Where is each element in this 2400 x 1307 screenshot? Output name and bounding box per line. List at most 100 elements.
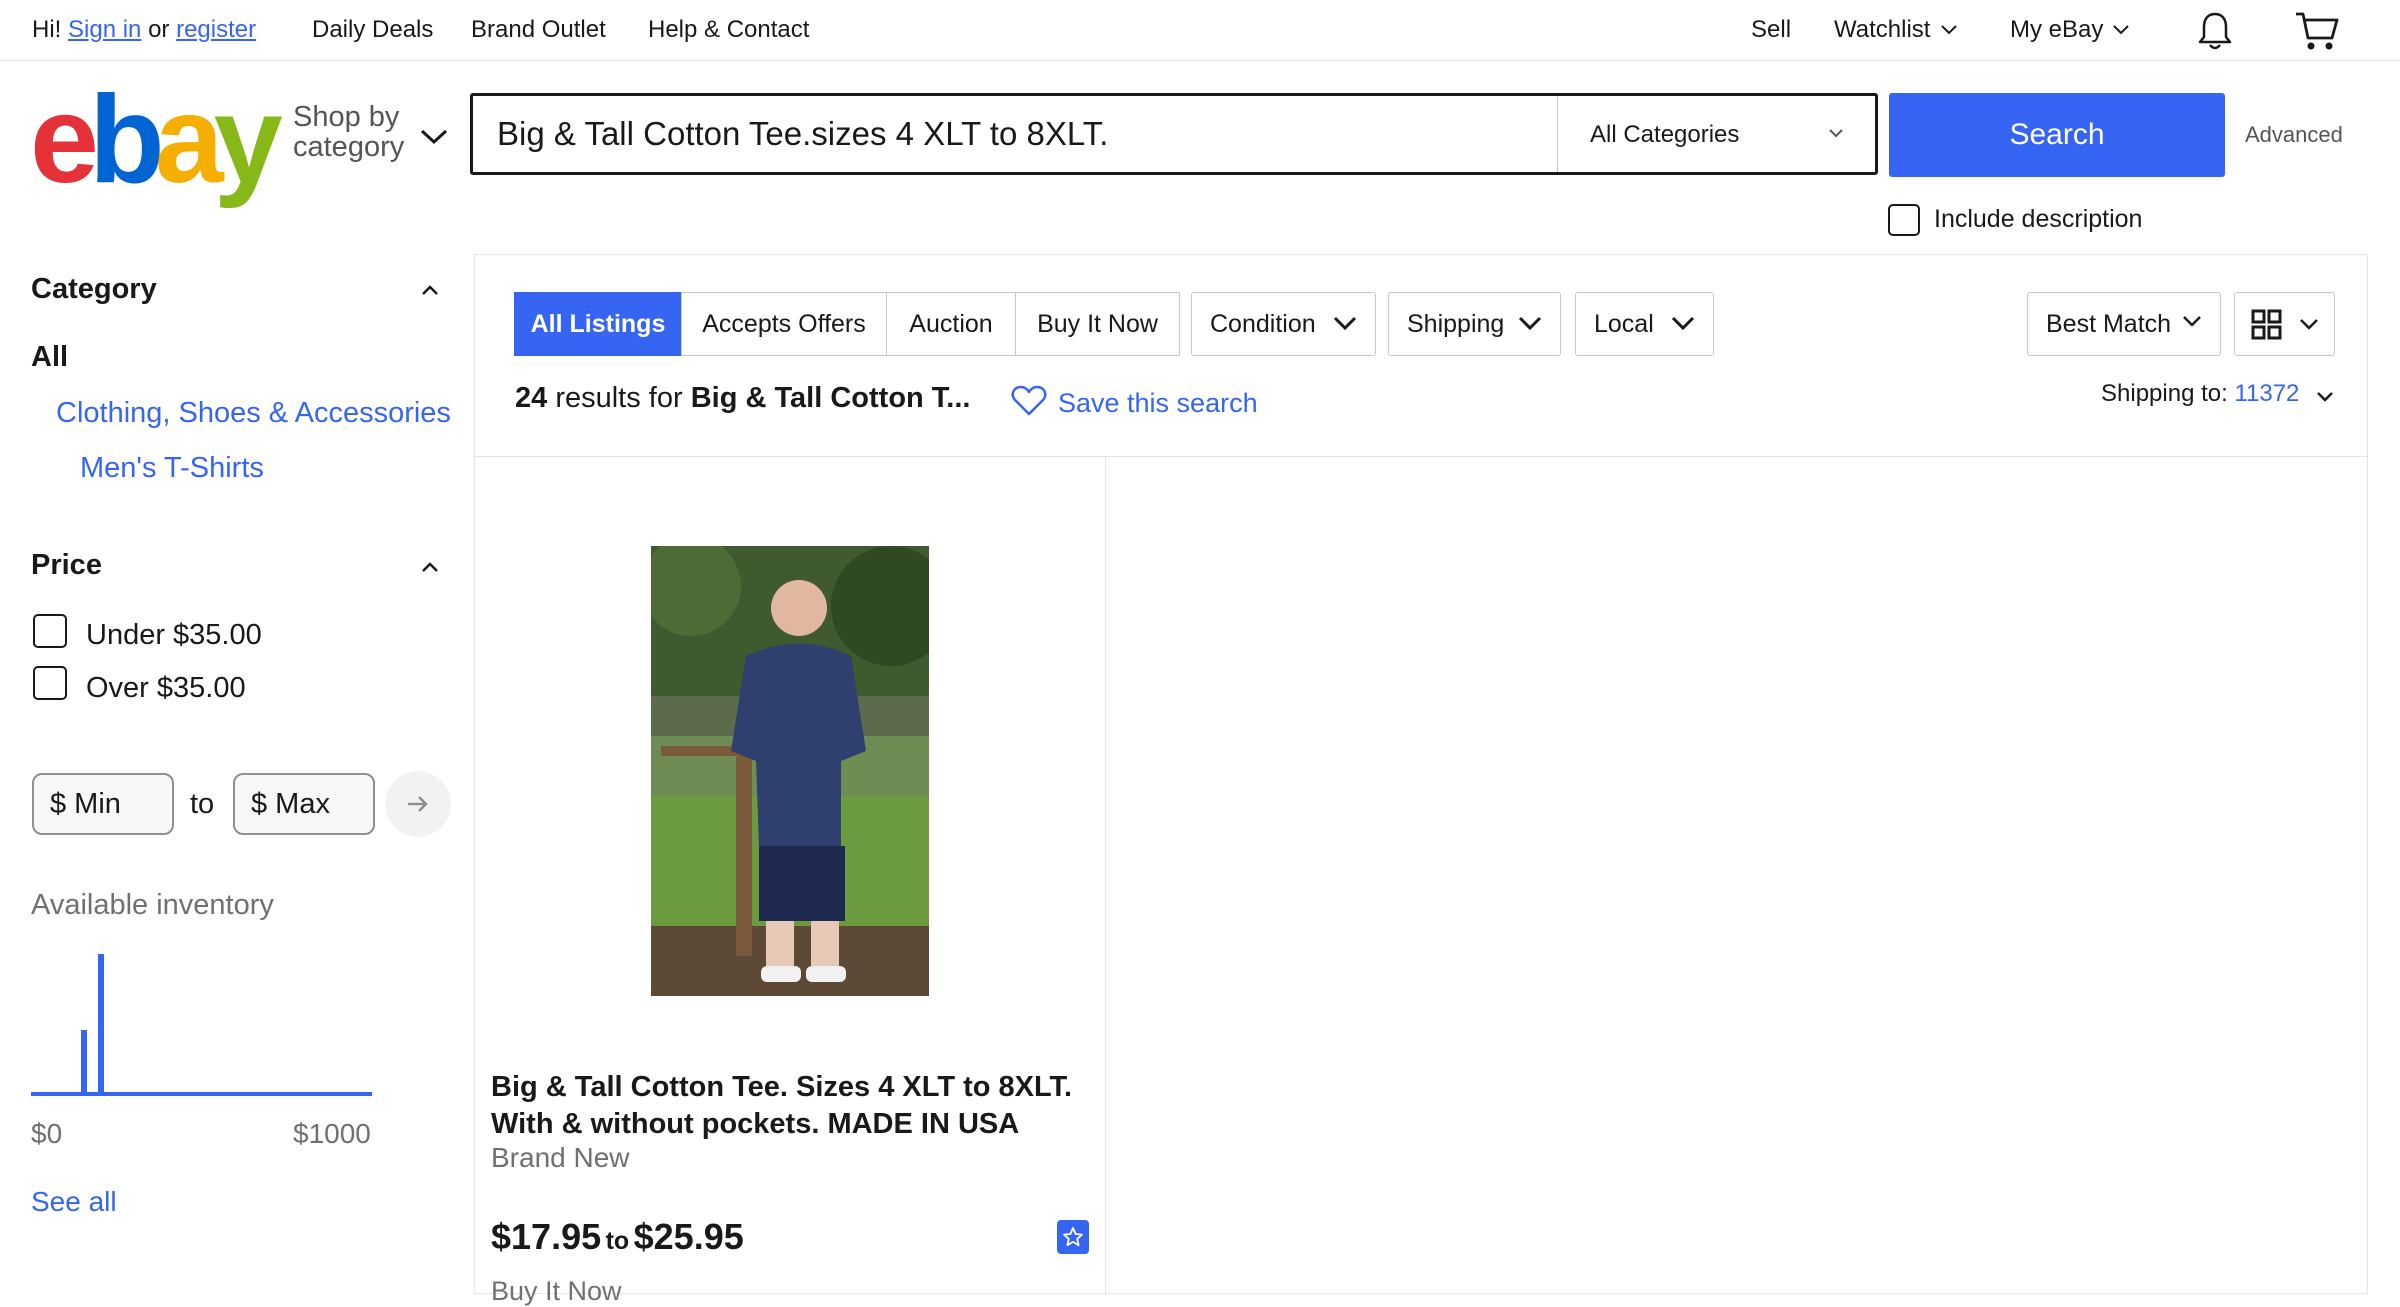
brand-outlet-link[interactable]: Brand Outlet xyxy=(471,16,606,44)
watchlist-menu[interactable]: Watchlist xyxy=(1834,16,1930,44)
histogram-bar xyxy=(81,1030,87,1092)
shipping-to[interactable]: Shipping to: 11372 xyxy=(2101,380,2299,408)
logo-letter-b: b xyxy=(88,71,165,209)
category-select[interactable]: All Categories xyxy=(1557,96,1875,172)
help-contact-link[interactable]: Help & Contact xyxy=(648,16,809,44)
sell-link[interactable]: Sell xyxy=(1751,16,1791,44)
chevron-down-icon xyxy=(2317,392,2333,402)
chevron-up-icon[interactable] xyxy=(421,285,439,296)
available-inventory-label: Available inventory xyxy=(31,889,274,921)
shop-by-category-button[interactable]: Shop by category xyxy=(293,102,404,162)
local-label: Local xyxy=(1594,310,1654,338)
search-button[interactable]: Search xyxy=(1889,93,2225,177)
category-select-value: All Categories xyxy=(1590,121,1740,148)
my-ebay-label: My eBay xyxy=(2010,16,2104,43)
price-over-label: Over $35.00 xyxy=(86,672,246,704)
logo-letter-e: e xyxy=(30,71,99,209)
shop-by-line2: category xyxy=(293,131,405,163)
results-summary: 24 results for Big & Tall Cotton T... xyxy=(515,382,970,415)
ebay-logo[interactable]: ebay xyxy=(30,78,283,202)
register-link[interactable]: register xyxy=(176,16,256,43)
chevron-down-icon xyxy=(1518,316,1542,331)
notification-bell-icon[interactable] xyxy=(2196,10,2234,52)
item-buy-format: Buy It Now xyxy=(491,1276,622,1306)
sort-label: Best Match xyxy=(2046,310,2172,338)
local-dropdown[interactable]: Local xyxy=(1575,292,1714,356)
inventory-min-label: $0 xyxy=(31,1118,63,1149)
price-under-checkbox[interactable] xyxy=(33,614,67,648)
logo-letter-y: y xyxy=(213,71,283,209)
my-ebay-menu[interactable]: My eBay xyxy=(2010,16,2103,44)
chevron-down-icon xyxy=(1829,129,1843,138)
chevron-down-icon xyxy=(2183,316,2201,327)
star-icon xyxy=(1063,1227,1083,1247)
search-bar: All Categories xyxy=(470,93,1878,175)
search-input[interactable] xyxy=(473,96,1557,172)
sort-dropdown[interactable]: Best Match xyxy=(2027,292,2221,356)
item-image[interactable] xyxy=(651,546,929,996)
chevron-down-icon xyxy=(1333,316,1357,331)
results-query: Big & Tall Cotton T... xyxy=(690,382,971,414)
shipping-dropdown[interactable]: Shipping xyxy=(1388,292,1561,356)
histogram-baseline xyxy=(31,1092,372,1096)
price-under-label: Under $35.00 xyxy=(86,619,262,651)
see-all-link[interactable]: See all xyxy=(31,1186,117,1218)
item-price-low: $17.95 xyxy=(491,1216,602,1257)
tab-all-listings[interactable]: All Listings xyxy=(514,292,682,356)
tab-accepts-offers[interactable]: Accepts Offers xyxy=(681,292,887,356)
price-over-checkbox[interactable] xyxy=(33,666,67,700)
category-heading[interactable]: Category xyxy=(31,273,157,306)
shipping-label: Shipping xyxy=(1407,310,1505,338)
price-max-input[interactable]: $ Max xyxy=(233,773,375,835)
chevron-down-icon xyxy=(2300,319,2318,330)
shop-by-line1: Shop by xyxy=(293,101,400,133)
inventory-histogram xyxy=(31,954,372,1096)
top-navigation-bar: Hi! Sign in or register Daily Deals Bran… xyxy=(0,0,2400,61)
results-for: results for xyxy=(555,382,683,414)
cart-icon[interactable] xyxy=(2294,10,2340,52)
sign-in-link[interactable]: Sign in xyxy=(68,16,141,43)
item-title[interactable]: Big & Tall Cotton Tee. Sizes 4 XLT to 8X… xyxy=(491,1069,1081,1143)
tab-auction[interactable]: Auction xyxy=(886,292,1016,356)
item-price-to: to xyxy=(605,1227,630,1255)
category-link-clothing[interactable]: Clothing, Shoes & Accessories xyxy=(56,397,451,430)
advanced-search-link[interactable]: Advanced xyxy=(2245,122,2343,148)
condition-dropdown[interactable]: Condition xyxy=(1191,292,1376,356)
heart-icon[interactable] xyxy=(1011,385,1047,417)
chevron-down-icon xyxy=(2113,25,2129,35)
inventory-max-label: $1000 xyxy=(293,1118,371,1149)
grid-view-icon xyxy=(2251,309,2282,340)
save-search-link[interactable]: Save this search xyxy=(1058,388,1258,419)
chevron-up-icon[interactable] xyxy=(421,562,439,573)
price-heading[interactable]: Price xyxy=(31,549,102,582)
price-submit-button[interactable] xyxy=(385,771,451,837)
greeting-hi: Hi! xyxy=(32,16,62,43)
greeting-or: or xyxy=(148,16,170,43)
greeting: Hi! Sign in or register xyxy=(32,16,256,44)
watchlist-label: Watchlist xyxy=(1834,16,1931,43)
logo-letter-a: a xyxy=(154,71,224,209)
price-min-input[interactable]: $ Min xyxy=(32,773,174,835)
results-count: 24 xyxy=(515,382,548,414)
include-description-checkbox[interactable] xyxy=(1888,204,1920,236)
shipping-zip: 11372 xyxy=(2234,380,2300,407)
category-link-mens-tshirts[interactable]: Men's T-Shirts xyxy=(80,452,264,485)
category-all: All xyxy=(31,341,69,373)
chevron-down-icon xyxy=(1671,316,1695,331)
histogram-bar xyxy=(98,954,104,1092)
daily-deals-link[interactable]: Daily Deals xyxy=(312,16,433,44)
chevron-down-icon xyxy=(1941,25,1957,35)
include-description-label: Include description xyxy=(1934,205,2143,233)
price-range-to: to xyxy=(190,788,215,820)
shipping-to-label: Shipping to: xyxy=(2101,380,2228,407)
chevron-down-icon xyxy=(420,129,448,145)
watch-item-button[interactable] xyxy=(1057,1220,1089,1254)
condition-label: Condition xyxy=(1210,310,1316,338)
item-card[interactable]: Big & Tall Cotton Tee. Sizes 4 XLT to 8X… xyxy=(474,456,1106,1306)
view-toggle-dropdown[interactable] xyxy=(2234,292,2335,356)
item-condition: Brand New xyxy=(491,1142,630,1173)
item-price-high: $25.95 xyxy=(633,1216,744,1257)
tab-buy-it-now[interactable]: Buy It Now xyxy=(1015,292,1180,356)
arrow-right-icon xyxy=(408,796,428,812)
item-price: $17.95 to $25.95 xyxy=(491,1216,744,1258)
